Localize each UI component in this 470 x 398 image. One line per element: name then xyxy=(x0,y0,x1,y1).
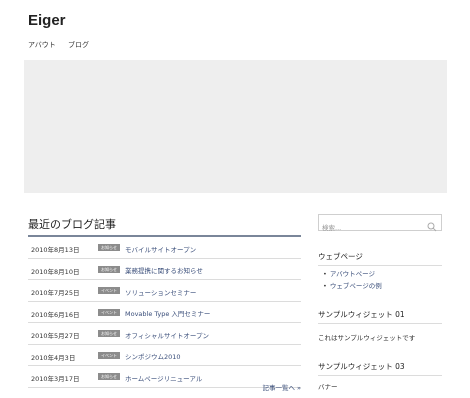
entry-row: 2010年8月13日 お知らせ モバイルサイトオープン xyxy=(28,237,301,259)
banner-label: バナー xyxy=(318,383,338,391)
entry-row: 2010年6月16日 イベント Movable Type 入門セミナー xyxy=(28,302,301,323)
entry-date: 2010年8月13日 xyxy=(31,246,80,254)
nav-item-about[interactable]: アバウト xyxy=(28,41,56,49)
webpage-link-about[interactable]: アバウトページ xyxy=(323,268,382,278)
category-badge[interactable]: お知らせ xyxy=(98,330,120,337)
category-badge[interactable]: お知らせ xyxy=(98,265,120,273)
entry-date: 2010年6月16日 xyxy=(31,310,80,319)
category-badge[interactable]: イベント xyxy=(98,308,120,316)
category-badge[interactable]: イベント xyxy=(98,287,120,294)
webpage-link-example[interactable]: ウェブページの例 xyxy=(323,280,382,290)
search-input[interactable] xyxy=(319,221,422,235)
more-entries-link[interactable]: 記事一覧へ » xyxy=(262,382,301,392)
entry-title-link[interactable]: ホームページリニューアル xyxy=(125,373,202,383)
entry-row: 2010年7月25日 イベント ソリューションセミナー xyxy=(28,280,301,302)
entry-title-link[interactable]: Movable Type 入門セミナー xyxy=(125,308,210,318)
entry-date: 2010年5月27日 xyxy=(31,332,80,340)
entry-title-link[interactable]: 業務提携に関するお知らせ xyxy=(125,265,203,275)
nav-item-blog[interactable]: ブログ xyxy=(68,41,89,49)
entry-title-link[interactable]: ソリューションセミナー xyxy=(125,287,196,297)
category-badge[interactable]: イベント xyxy=(98,351,120,359)
recent-entries: 最近のブログ記事 2010年8月13日 お知らせ モバイルサイトオープン 201… xyxy=(28,216,301,392)
sidebar: ウェブページ アバウトページ ウェブページの例 サンプルウィジェット 01 これ… xyxy=(318,214,442,391)
global-nav: アバウト ブログ xyxy=(28,40,99,50)
entry-row: 2010年5月27日 お知らせ オフィシャルサイトオープン xyxy=(28,323,301,345)
hero-banner xyxy=(24,60,447,193)
widget-title-01: サンプルウィジェット 01 xyxy=(318,309,442,324)
search-box xyxy=(318,214,442,235)
entry-date: 2010年8月10日 xyxy=(31,267,80,276)
entry-date: 2010年3月17日 xyxy=(31,375,80,383)
widget-title-webpages: ウェブページ xyxy=(318,251,442,266)
entry-date: 2010年4月3日 xyxy=(31,353,76,362)
widget-title-03: サンプルウィジェット 03 xyxy=(318,361,442,376)
entry-title-link[interactable]: オフィシャルサイトオープン xyxy=(125,330,209,340)
site-title[interactable]: Eiger xyxy=(28,12,66,29)
entry-title-link[interactable]: モバイルサイトオープン xyxy=(125,244,196,254)
webpages-list: アバウトページ ウェブページの例 xyxy=(323,268,382,292)
search-icon[interactable] xyxy=(427,217,437,236)
entry-row: 2010年3月17日 お知らせ ホームページリニューアル xyxy=(28,366,301,388)
entry-row: 2010年4月3日 イベント シンポジウム2010 xyxy=(28,345,301,366)
widget-text-01: これはサンプルウィジェットです xyxy=(318,334,416,342)
category-badge[interactable]: お知らせ xyxy=(98,373,120,380)
entry-row: 2010年8月10日 お知らせ 業務提携に関するお知らせ xyxy=(28,259,301,280)
entry-date: 2010年7月25日 xyxy=(31,289,80,297)
section-title: 最近のブログ記事 xyxy=(28,216,301,237)
category-badge[interactable]: お知らせ xyxy=(98,244,120,251)
entry-title-link[interactable]: シンポジウム2010 xyxy=(125,351,181,361)
